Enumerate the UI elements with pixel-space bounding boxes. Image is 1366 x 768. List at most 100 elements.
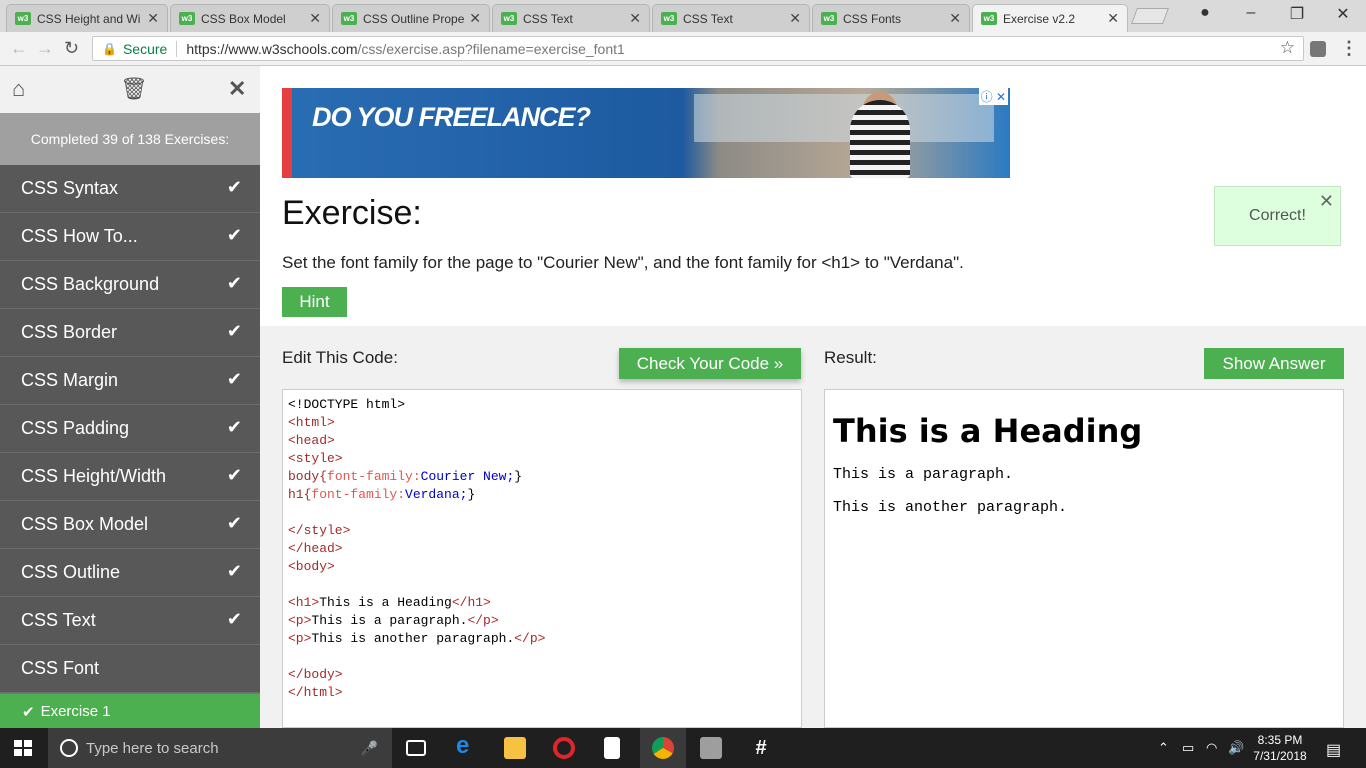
sidebar-item-css-font[interactable]: CSS Font bbox=[0, 645, 260, 693]
code-editor[interactable]: <!DOCTYPE html> <html> <head> <style> bo… bbox=[282, 389, 802, 728]
check-code-button[interactable]: Check Your Code » bbox=[619, 348, 801, 379]
browser-tab[interactable]: w3 CSS Height and Wi ✕ bbox=[6, 4, 168, 32]
bookmark-star-icon[interactable]: ☆ bbox=[1280, 38, 1295, 58]
taskbar-clock[interactable]: 8:35 PM 7/31/2018 bbox=[1240, 732, 1320, 764]
browser-tab[interactable]: w3 CSS Fonts ✕ bbox=[812, 4, 970, 32]
slack-icon[interactable]: # bbox=[750, 737, 772, 759]
notepad-icon[interactable] bbox=[604, 737, 620, 759]
trash-icon[interactable]: 🗑 bbox=[120, 76, 148, 102]
microphone-icon[interactable]: 🎤 bbox=[361, 740, 378, 757]
close-icon[interactable]: ✕ bbox=[228, 76, 246, 102]
tab-close-icon[interactable]: ✕ bbox=[309, 10, 321, 27]
sidebar-item-css-outline[interactable]: CSS Outline ✔ bbox=[0, 549, 260, 597]
browser-tab[interactable]: w3 CSS Outline Prope ✕ bbox=[332, 4, 490, 32]
checkmark-icon: ✔ bbox=[22, 703, 35, 721]
chevron-up-icon[interactable]: ⌃ bbox=[1158, 740, 1169, 756]
checkmark-icon: ✔ bbox=[226, 465, 242, 485]
tab-title: CSS Text bbox=[683, 11, 733, 26]
show-answer-button[interactable]: Show Answer bbox=[1204, 348, 1344, 379]
browser-tab[interactable]: w3 CSS Text ✕ bbox=[492, 4, 650, 32]
minimize-icon[interactable]: – bbox=[1228, 4, 1274, 22]
code-property: font-family: bbox=[311, 487, 406, 502]
completed-count: Completed 39 of 138 Exercises: bbox=[0, 113, 260, 165]
sidebar-item-css-border[interactable]: CSS Border ✔ bbox=[0, 309, 260, 357]
exercise-description: Set the font family for the page to "Cou… bbox=[282, 253, 964, 272]
browser-menu-icon[interactable]: ⋮ bbox=[1340, 38, 1358, 59]
wifi-icon[interactable]: ◠ bbox=[1206, 740, 1217, 756]
tab-close-icon[interactable]: ✕ bbox=[469, 10, 481, 27]
notifications-icon[interactable]: ▤ bbox=[1326, 740, 1341, 760]
checkmark-icon: ✔ bbox=[226, 561, 242, 581]
code-selector: body{ bbox=[288, 469, 328, 484]
result-heading: This is a Heading bbox=[833, 412, 1143, 450]
extension-icon[interactable] bbox=[1310, 41, 1326, 57]
browser-tab[interactable]: w3 CSS Box Model ✕ bbox=[170, 4, 330, 32]
sidebar-item-label: CSS Height/Width bbox=[21, 466, 167, 486]
tab-close-icon[interactable]: ✕ bbox=[629, 10, 641, 27]
sidebar-item-label: CSS Box Model bbox=[21, 514, 149, 534]
home-icon[interactable]: ⌂ bbox=[12, 76, 25, 102]
tab-close-icon[interactable]: ✕ bbox=[1107, 10, 1119, 27]
exercise-sidebar: ⌂ 🗑 ✕ Completed 39 of 138 Exercises: CSS… bbox=[0, 66, 260, 728]
tab-title: CSS Box Model bbox=[201, 11, 286, 26]
tab-close-icon[interactable]: ✕ bbox=[789, 10, 801, 27]
tab-close-icon[interactable]: ✕ bbox=[147, 10, 159, 27]
code-tag: <head> bbox=[288, 433, 335, 448]
sidebar-item-css-how-to[interactable]: CSS How To... ✔ bbox=[0, 213, 260, 261]
browser-tab-active[interactable]: w3 Exercise v2.2 ✕ bbox=[972, 4, 1128, 32]
sidebar-item-css-box-model[interactable]: CSS Box Model ✔ bbox=[0, 501, 260, 549]
w3schools-favicon-icon: w3 bbox=[179, 12, 195, 25]
browser-tab[interactable]: w3 CSS Text ✕ bbox=[652, 4, 810, 32]
checkmark-icon: ✔ bbox=[226, 177, 242, 197]
hint-button[interactable]: Hint bbox=[282, 287, 347, 317]
reload-icon[interactable]: ↻ bbox=[64, 38, 79, 59]
code-tag: <body> bbox=[288, 559, 335, 574]
sidebar-item-label: CSS Outline bbox=[21, 562, 121, 582]
new-tab-button[interactable] bbox=[1131, 8, 1169, 24]
forward-icon[interactable]: → bbox=[36, 38, 54, 59]
code-tag: </head> bbox=[288, 541, 343, 556]
code-tag: <p> bbox=[288, 631, 312, 646]
sidebar-item-css-margin[interactable]: CSS Margin ✔ bbox=[0, 357, 260, 405]
sidebar-item-css-height-width[interactable]: CSS Height/Width ✔ bbox=[0, 453, 260, 501]
ad-info-close-icon[interactable]: ⓘ ✕ bbox=[978, 88, 1008, 105]
code-tag: <style> bbox=[288, 451, 343, 466]
url-field[interactable]: 🔒 Secure https://www.w3schools.com/css/e… bbox=[92, 36, 1304, 61]
battery-icon[interactable]: ▭ bbox=[1182, 740, 1194, 756]
tab-title: CSS Fonts bbox=[843, 11, 902, 26]
tab-close-icon[interactable]: ✕ bbox=[949, 10, 961, 27]
code-line: </head> bbox=[288, 540, 796, 558]
back-icon[interactable]: ← bbox=[10, 38, 28, 59]
result-frame: This is a Heading This is a paragraph. T… bbox=[824, 389, 1344, 728]
tab-strip: w3 CSS Height and Wi ✕ w3 CSS Box Model … bbox=[0, 0, 1366, 32]
profile-icon[interactable]: ● bbox=[1182, 4, 1228, 22]
sidebar-item-css-background[interactable]: CSS Background ✔ bbox=[0, 261, 260, 309]
sidebar-item-label: CSS Syntax bbox=[21, 178, 119, 198]
tools-icon[interactable] bbox=[700, 737, 722, 759]
sidebar-item-label: CSS Padding bbox=[21, 418, 130, 438]
chrome-icon[interactable] bbox=[652, 737, 674, 759]
file-explorer-icon[interactable] bbox=[504, 737, 526, 759]
sidebar-subitem-exercise-1[interactable]: ✔ Exercise 1 bbox=[0, 693, 260, 728]
checkmark-icon: ✔ bbox=[226, 369, 242, 389]
edit-code-label: Edit This Code: bbox=[282, 348, 398, 367]
clock-time: 8:35 PM bbox=[1257, 733, 1303, 747]
checkmark-icon: ✔ bbox=[226, 513, 242, 533]
sidebar-item-css-padding[interactable]: CSS Padding ✔ bbox=[0, 405, 260, 453]
opera-icon[interactable] bbox=[553, 737, 575, 759]
sidebar-item-css-text[interactable]: CSS Text ✔ bbox=[0, 597, 260, 645]
sidebar-item-css-syntax[interactable]: CSS Syntax ✔ bbox=[0, 165, 260, 213]
windows-start-icon[interactable] bbox=[14, 740, 32, 756]
address-bar: ← → ↻ 🔒 Secure https://www.w3schools.com… bbox=[0, 32, 1366, 66]
restore-icon[interactable]: ❐ bbox=[1274, 4, 1320, 24]
close-window-icon[interactable]: ✕ bbox=[1320, 4, 1366, 24]
task-view-icon[interactable] bbox=[406, 740, 426, 756]
code-tag: </body> bbox=[288, 667, 343, 682]
code-tag: </style> bbox=[288, 523, 351, 538]
edge-icon[interactable]: e bbox=[456, 732, 478, 759]
close-icon[interactable]: ✕ bbox=[1319, 191, 1334, 212]
taskbar-search-input[interactable]: Type here to search 🎤 bbox=[48, 728, 392, 768]
advertisement-banner[interactable]: DO YOU FREELANCE? ⓘ ✕ bbox=[282, 88, 1010, 178]
